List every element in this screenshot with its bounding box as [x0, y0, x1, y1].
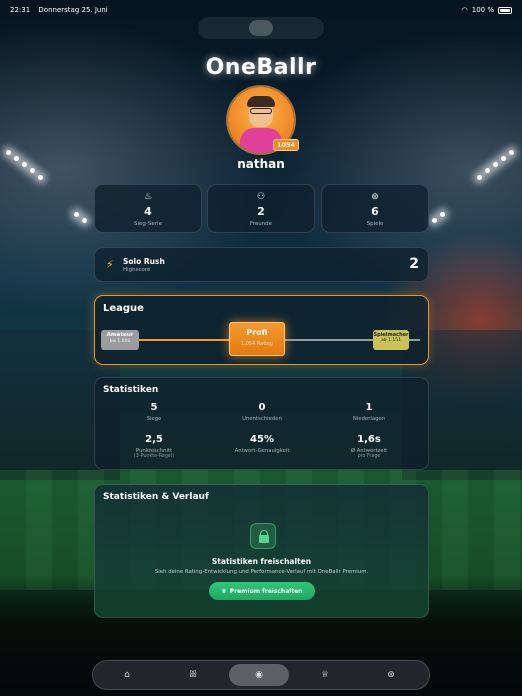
tab-bar: ⌂ ꕥ ◉ ♕ ⊛ [92, 660, 430, 690]
stat-draws: 0 Unentschieden [242, 402, 282, 422]
stat-wins: 5 Siege [146, 402, 162, 422]
history-title: Statistiken & Verlauf [103, 492, 209, 502]
flame-icon: ♨ [143, 192, 153, 202]
tab-trophies[interactable]: ♕ [295, 664, 355, 686]
solo-rush-highscore: 2 [409, 256, 419, 272]
tab-profile[interactable]: ◉ [229, 664, 289, 686]
stat-label: Freunde [249, 221, 273, 227]
stat-label: Spiele [366, 221, 384, 227]
group-icon: ꕥ [188, 670, 198, 680]
lock-icon [250, 523, 276, 549]
ball-icon: ⊛ [371, 192, 379, 202]
stat-card-friends[interactable]: ⚇ 2 Freunde [207, 184, 315, 233]
unlock-heading: Statistiken freischalten [211, 557, 312, 566]
tab-community[interactable]: ꕥ [163, 664, 223, 686]
lightning-icon: ⚡ [106, 258, 114, 271]
league-card[interactable]: League Amateur bis 1.000 Profi 1.054 Rat… [94, 295, 429, 365]
premium-button-label: Premium freischalten [229, 587, 303, 595]
stat-value: 6 [371, 205, 379, 218]
profile-icon: ◉ [255, 670, 263, 680]
history-card: Statistiken & Verlauf Statistiken freisc… [94, 484, 429, 618]
stat-losses: 1 Niederlagen [352, 402, 386, 422]
wifi-icon: ◠ [461, 6, 468, 14]
statistics-title: Statistiken [103, 385, 159, 395]
stat-card-games[interactable]: ⊛ 6 Spiele [321, 184, 429, 233]
stat-accuracy: 45% Antwort-Genauigkeit [234, 434, 290, 454]
trophy-icon: ♕ [320, 670, 330, 680]
tier-amateur: Amateur bis 1.000 [101, 330, 139, 350]
tier-profi-current: Profi 1.054 Rating [229, 322, 285, 356]
status-bar: 22:31 Donnerstag 25. Juni ◠ 100 % [10, 4, 512, 16]
statistics-card: Statistiken 5 Siege 0 Unentschieden 1 Niede… [94, 377, 429, 470]
stat-avg-time: 1,6s Ø Antwortzeit pro Frage [350, 434, 388, 459]
multitasking-handle[interactable] [198, 17, 324, 39]
stat-value: 2 [257, 205, 265, 218]
unlock-description: Sieh deine Rating-Entwicklung und Perfor… [154, 569, 369, 575]
status-time: 22:31 [10, 6, 31, 14]
app-logo: OneBallr [205, 55, 317, 80]
tab-play[interactable]: ⊛ [361, 664, 421, 686]
stat-label: Sieg-Serie [134, 221, 162, 227]
solo-rush-subtitle: Highscore [123, 267, 151, 273]
tab-home[interactable]: ⌂ [97, 664, 157, 686]
battery-percent: 100 % [471, 6, 494, 14]
status-date: Donnerstag 25. Juni [38, 6, 108, 14]
rating-badge: 1054 [273, 139, 300, 151]
stat-card-streak[interactable]: ♨ 4 Sieg-Serie [94, 184, 202, 233]
ball-icon: ⊛ [387, 670, 395, 680]
friends-icon: ⚇ [256, 192, 266, 202]
premium-unlock-button[interactable]: ♛ Premium freischalten [209, 582, 315, 600]
username: nathan [237, 157, 285, 171]
home-icon: ⌂ [124, 670, 130, 680]
league-title: League [103, 303, 144, 314]
tier-spielmacher: Spielmacher ab 1.151 [373, 330, 409, 350]
crown-icon: ♛ [221, 587, 227, 595]
stat-value: 4 [144, 205, 152, 218]
solo-rush-title: Solo Rush [123, 257, 165, 266]
stat-points-avg: 2,5 Punkteschnitt (3-Punkte-Regel) [133, 434, 175, 459]
solo-rush-card[interactable]: ⚡ Solo Rush Highscore 2 [94, 247, 429, 282]
battery-icon [498, 6, 512, 14]
